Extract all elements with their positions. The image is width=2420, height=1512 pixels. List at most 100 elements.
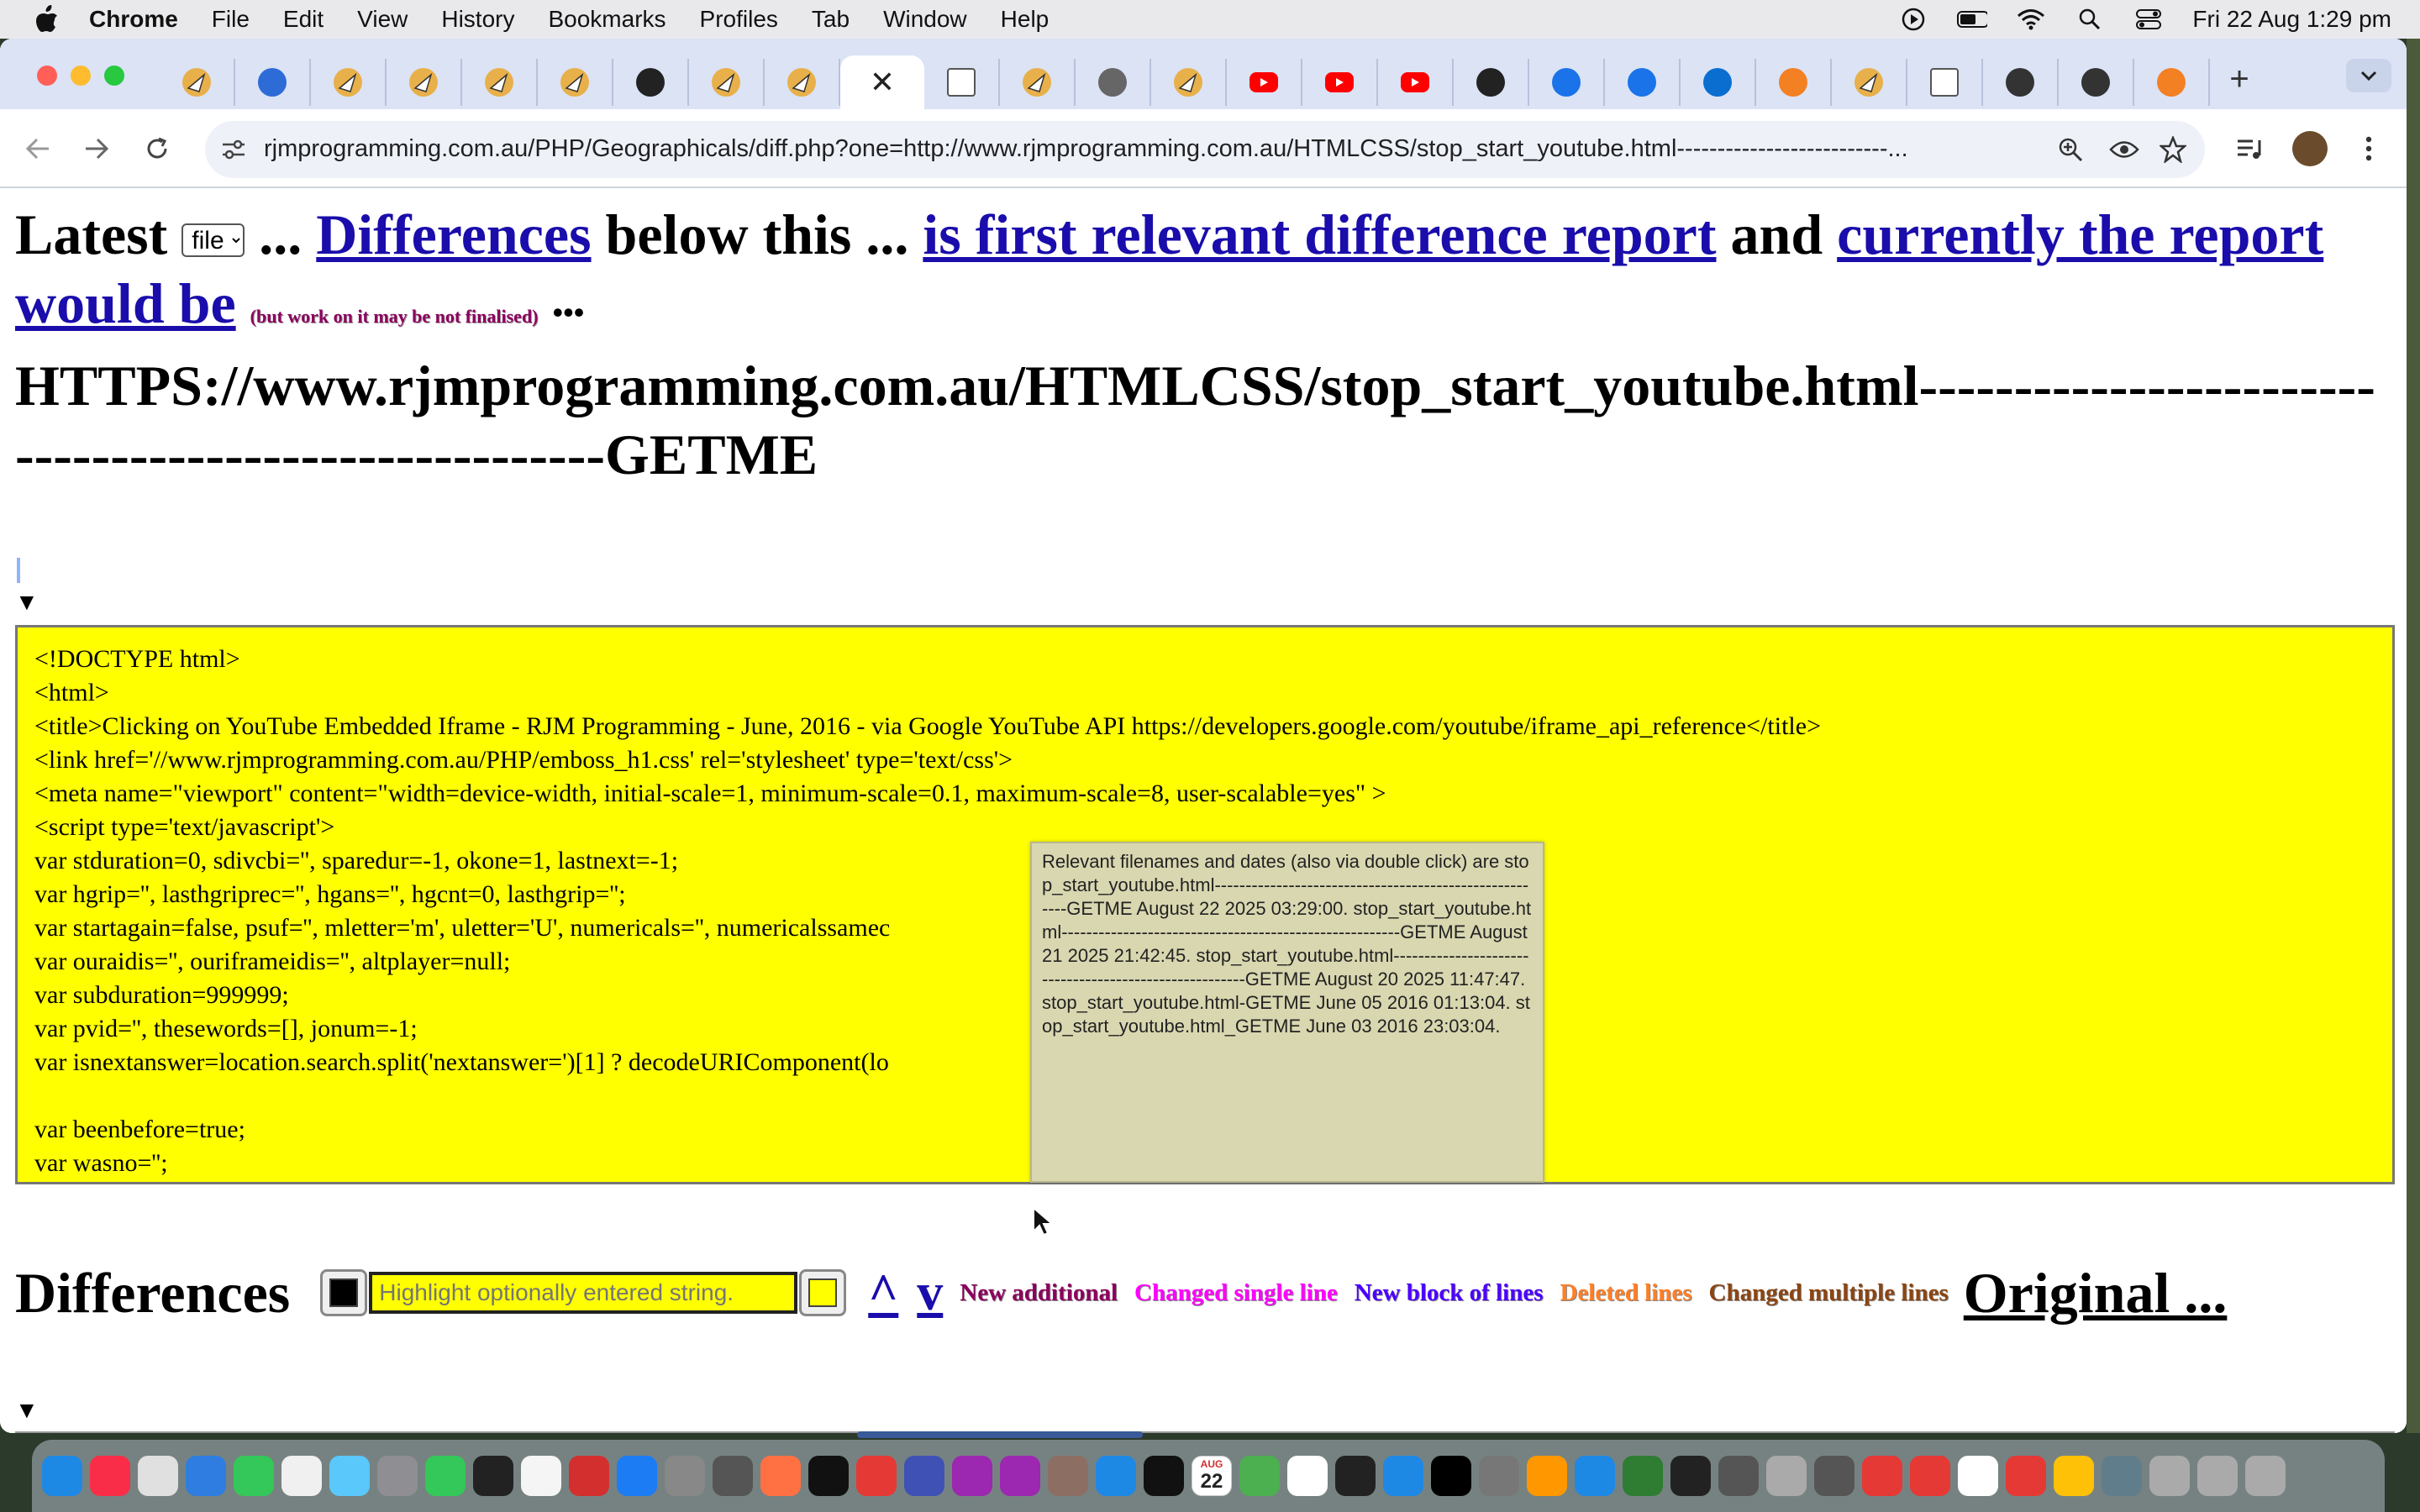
address-bar[interactable]: rjmprogramming.com.au/PHP/Geographicals/… bbox=[205, 121, 2205, 178]
tab-stack[interactable] bbox=[2134, 59, 2210, 106]
dock-app-icon[interactable] bbox=[1766, 1456, 1807, 1496]
text-color-picker[interactable] bbox=[320, 1269, 368, 1316]
dock-app-icon[interactable] bbox=[90, 1456, 130, 1496]
tab-rjm[interactable] bbox=[462, 59, 538, 106]
tab-rjm[interactable] bbox=[311, 59, 387, 106]
media-controls-icon[interactable] bbox=[2228, 129, 2270, 168]
tab-rjm[interactable] bbox=[387, 59, 462, 106]
tab-youtube[interactable] bbox=[1227, 59, 1302, 106]
tab-rjm[interactable] bbox=[538, 59, 613, 106]
reload-button[interactable] bbox=[138, 129, 176, 168]
dock-app-icon[interactable] bbox=[138, 1456, 178, 1496]
bookmark-star-icon[interactable] bbox=[2156, 134, 2190, 165]
dock-app-icon[interactable] bbox=[521, 1456, 561, 1496]
tab-github[interactable] bbox=[2059, 59, 2134, 106]
dock-app-icon[interactable] bbox=[1623, 1456, 1663, 1496]
menu-window[interactable]: Window bbox=[883, 6, 967, 33]
dock-app-icon[interactable] bbox=[1814, 1456, 1854, 1496]
menu-tab[interactable]: Tab bbox=[812, 6, 850, 33]
close-tab-icon[interactable]: ✕ bbox=[870, 65, 895, 100]
apple-icon[interactable] bbox=[30, 3, 64, 36]
first-report-link[interactable]: is first relevant difference report bbox=[923, 202, 1716, 266]
profile-avatar[interactable] bbox=[2289, 129, 2331, 168]
menu-app-name[interactable]: Chrome bbox=[89, 6, 178, 33]
menu-file[interactable]: File bbox=[212, 6, 250, 33]
zoom-window-button[interactable] bbox=[104, 66, 124, 86]
tab-page[interactable] bbox=[924, 59, 1000, 106]
dock-app-icon[interactable] bbox=[1287, 1456, 1328, 1496]
menu-history[interactable]: History bbox=[441, 6, 514, 33]
tab-gear[interactable] bbox=[1605, 59, 1681, 106]
previous-difference-link[interactable]: ^ bbox=[868, 1263, 898, 1323]
tab-rjm[interactable] bbox=[160, 59, 235, 106]
tab-sap[interactable] bbox=[1681, 59, 1756, 106]
dock-app-icon[interactable] bbox=[2054, 1456, 2094, 1496]
dock-app-icon[interactable] bbox=[1527, 1456, 1567, 1496]
dock-app-icon[interactable] bbox=[1096, 1456, 1136, 1496]
tab-rjm[interactable] bbox=[689, 59, 765, 106]
tab-s[interactable] bbox=[1454, 59, 1529, 106]
dock-app-icon[interactable] bbox=[1144, 1456, 1184, 1496]
dock-app-icon[interactable] bbox=[473, 1456, 513, 1496]
dock-app-icon[interactable] bbox=[1575, 1456, 1615, 1496]
differences-link[interactable]: Differences bbox=[316, 202, 591, 266]
eye-icon[interactable] bbox=[2107, 134, 2141, 165]
tab-rjm[interactable] bbox=[1000, 59, 1076, 106]
dock-app-icon[interactable] bbox=[377, 1456, 418, 1496]
dock-app-icon[interactable] bbox=[760, 1456, 801, 1496]
dock-app-icon[interactable] bbox=[1048, 1456, 1088, 1496]
menu-edit[interactable]: Edit bbox=[283, 6, 324, 33]
dock-app-icon[interactable] bbox=[1383, 1456, 1423, 1496]
tab-youtube[interactable] bbox=[1302, 59, 1378, 106]
dock-app-icon[interactable] bbox=[2006, 1456, 2046, 1496]
menu-profiles[interactable]: Profiles bbox=[700, 6, 778, 33]
dock-app-icon[interactable] bbox=[856, 1456, 897, 1496]
dock-app-icon[interactable] bbox=[1718, 1456, 1759, 1496]
tab-check[interactable] bbox=[235, 59, 311, 106]
dock-app-icon[interactable] bbox=[808, 1456, 849, 1496]
dock-app-icon[interactable] bbox=[425, 1456, 466, 1496]
dock-app-icon[interactable] bbox=[1000, 1456, 1040, 1496]
forward-button[interactable] bbox=[77, 129, 116, 168]
chrome-menu-icon[interactable] bbox=[2348, 129, 2390, 168]
site-info-icon[interactable] bbox=[218, 134, 249, 165]
tab-search-button[interactable] bbox=[2346, 59, 2391, 92]
dock-app-icon[interactable] bbox=[2245, 1456, 2286, 1496]
dock-app-icon[interactable] bbox=[904, 1456, 944, 1496]
zoom-icon[interactable] bbox=[2054, 134, 2087, 165]
next-difference-link[interactable]: v bbox=[917, 1263, 943, 1323]
highlight-string-input[interactable] bbox=[369, 1272, 798, 1314]
tab-active[interactable]: ✕ bbox=[840, 55, 924, 109]
tab-github[interactable] bbox=[1983, 59, 2059, 106]
tab-rjm[interactable] bbox=[1151, 59, 1227, 106]
dock-app-icon[interactable] bbox=[1335, 1456, 1376, 1496]
dock-app-icon[interactable] bbox=[1670, 1456, 1711, 1496]
dock-app-icon[interactable] bbox=[1862, 1456, 1902, 1496]
dock-app-icon[interactable] bbox=[569, 1456, 609, 1496]
tab-stack[interactable] bbox=[1756, 59, 1832, 106]
url-text[interactable]: rjmprogramming.com.au/PHP/Geographicals/… bbox=[264, 135, 2012, 163]
menu-bookmarks[interactable]: Bookmarks bbox=[548, 6, 666, 33]
dock-app-icon[interactable] bbox=[1910, 1456, 1950, 1496]
dock-app-icon[interactable] bbox=[281, 1456, 322, 1496]
minimize-window-button[interactable] bbox=[71, 66, 91, 86]
dock-app-icon[interactable] bbox=[1431, 1456, 1471, 1496]
dock-app-icon[interactable] bbox=[1239, 1456, 1280, 1496]
dock-app-icon[interactable] bbox=[1958, 1456, 1998, 1496]
close-window-button[interactable] bbox=[37, 66, 57, 86]
tab-youtube[interactable] bbox=[1378, 59, 1454, 106]
wifi-icon[interactable] bbox=[2016, 8, 2046, 31]
spotlight-search-icon[interactable] bbox=[2075, 8, 2105, 31]
menu-view[interactable]: View bbox=[357, 6, 408, 33]
new-tab-button[interactable]: + bbox=[2218, 60, 2260, 98]
tab-circle[interactable] bbox=[613, 59, 689, 106]
battery-icon[interactable] bbox=[1957, 8, 1988, 31]
original-link[interactable]: Original ... bbox=[1964, 1260, 2228, 1326]
dock-app-icon[interactable] bbox=[617, 1456, 657, 1496]
differences-disclosure-icon[interactable]: ▼ bbox=[15, 1398, 39, 1425]
latest-select[interactable]: file bbox=[182, 223, 245, 258]
dock-app-icon[interactable] bbox=[42, 1456, 82, 1496]
tab-google[interactable] bbox=[1907, 59, 1983, 106]
tab-rjm[interactable] bbox=[1832, 59, 1907, 106]
clock[interactable]: Fri 22 Aug 1:29 pm bbox=[2192, 6, 2391, 33]
